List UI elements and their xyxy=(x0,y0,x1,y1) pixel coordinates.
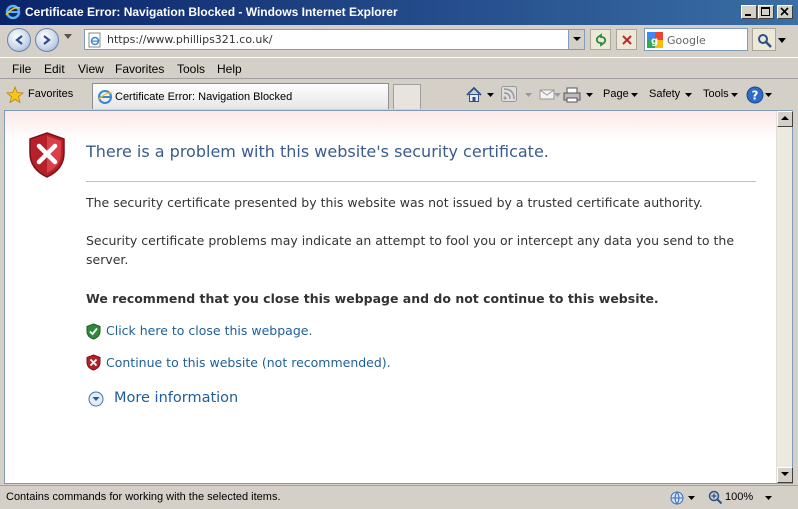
menu-file[interactable]: File xyxy=(12,62,31,76)
refresh-icon xyxy=(595,33,607,47)
refresh-button[interactable] xyxy=(590,29,611,50)
shield-x-icon xyxy=(86,354,101,371)
status-text: Contains commands for working with the s… xyxy=(6,491,281,503)
address-bar[interactable]: https://www.phillips321.co.uk/ xyxy=(84,29,585,50)
favorites-star-icon xyxy=(6,86,24,104)
print-dropdown-icon[interactable] xyxy=(586,93,593,98)
menu-view[interactable]: View xyxy=(78,62,104,76)
more-information-link[interactable]: More information xyxy=(114,390,238,406)
help-dropdown-icon[interactable] xyxy=(765,93,772,98)
arrow-down-icon xyxy=(781,472,789,476)
scroll-up-button[interactable] xyxy=(777,111,793,127)
recent-pages-dropdown-icon[interactable] xyxy=(64,34,72,40)
maximize-icon xyxy=(761,7,770,16)
page-content: There is a problem with this website's s… xyxy=(4,110,793,484)
address-dropdown-button[interactable] xyxy=(568,30,584,49)
back-button[interactable] xyxy=(7,28,31,52)
search-input[interactable]: g Google xyxy=(644,28,748,51)
search-icon xyxy=(758,34,772,48)
certificate-issuer-message: The security certificate presented by th… xyxy=(86,195,703,210)
divider xyxy=(86,181,756,182)
maximize-button[interactable] xyxy=(758,5,774,19)
protected-mode-icon[interactable] xyxy=(669,490,685,506)
menu-favorites[interactable]: Favorites xyxy=(115,62,164,76)
search-options-dropdown-icon[interactable] xyxy=(778,38,786,44)
new-tab-button[interactable] xyxy=(393,84,421,109)
arrow-up-icon xyxy=(781,116,789,120)
print-icon[interactable] xyxy=(563,86,581,104)
security-warning-message: Security certificate problems may indica… xyxy=(86,233,735,267)
continue-to-website-link[interactable]: Continue to this website (not recommende… xyxy=(106,355,391,370)
scroll-down-button[interactable] xyxy=(777,467,793,483)
feeds-icon[interactable] xyxy=(501,86,517,102)
tools-dropdown-icon[interactable] xyxy=(731,93,738,98)
status-bar: Contains commands for working with the s… xyxy=(0,485,798,509)
close-window-button[interactable] xyxy=(777,5,793,19)
feeds-dropdown-icon[interactable] xyxy=(525,93,532,98)
minimize-button[interactable] xyxy=(741,5,757,19)
menu-edit[interactable]: Edit xyxy=(44,62,65,76)
zoom-level[interactable]: 100% xyxy=(725,491,753,503)
close-webpage-link[interactable]: Click here to close this webpage. xyxy=(106,323,312,338)
address-toolbar: https://www.phillips321.co.uk/ g Google xyxy=(0,25,798,56)
command-bar: Favorites Certificate Error: Navigation … xyxy=(0,80,798,110)
stop-icon xyxy=(622,35,632,45)
back-arrow-icon xyxy=(15,35,23,45)
menu-tools[interactable]: Tools xyxy=(177,62,205,76)
page-ie-icon xyxy=(97,90,113,104)
menu-bar: File Edit View Favorites Tools Help xyxy=(0,57,798,79)
forward-arrow-icon xyxy=(43,35,51,45)
svg-text:g: g xyxy=(651,36,658,47)
search-button[interactable] xyxy=(752,28,776,51)
tab-label: Certificate Error: Navigation Blocked xyxy=(115,91,293,103)
safety-menu-button[interactable]: Safety xyxy=(649,88,680,100)
menu-help[interactable]: Help xyxy=(217,62,242,76)
forward-button[interactable] xyxy=(35,28,59,52)
protected-mode-dropdown-icon[interactable] xyxy=(688,496,695,501)
help-icon[interactable]: ? xyxy=(746,86,764,104)
zoom-icon[interactable] xyxy=(708,490,723,505)
favorites-label: Favorites xyxy=(28,88,74,100)
recommendation-text: We recommend that you close this webpage… xyxy=(86,291,659,306)
tab-certificate-error[interactable]: Certificate Error: Navigation Blocked xyxy=(92,83,389,109)
page-ie-icon xyxy=(88,32,101,48)
stop-button[interactable] xyxy=(616,29,637,50)
svg-text:?: ? xyxy=(752,89,759,103)
google-icon: g xyxy=(647,32,663,48)
title-bar: Certificate Error: Navigation Blocked - … xyxy=(0,0,798,25)
error-shield-icon xyxy=(29,132,65,178)
search-placeholder: Google xyxy=(667,34,706,47)
home-dropdown-icon[interactable] xyxy=(487,93,494,98)
page-title: There is a problem with this website's s… xyxy=(86,142,549,161)
close-icon xyxy=(780,7,789,16)
ie-logo-icon xyxy=(5,4,21,20)
shield-check-icon xyxy=(86,323,101,340)
home-icon[interactable] xyxy=(465,86,483,104)
mail-dropdown-icon[interactable] xyxy=(554,93,561,98)
safety-dropdown-icon[interactable] xyxy=(685,93,692,98)
tools-menu-button[interactable]: Tools xyxy=(703,88,729,100)
expand-chevron-icon[interactable] xyxy=(88,391,104,407)
minimize-icon xyxy=(745,14,751,16)
mail-icon[interactable] xyxy=(539,86,555,102)
url-text[interactable]: https://www.phillips321.co.uk/ xyxy=(107,33,272,46)
window-title: Certificate Error: Navigation Blocked - … xyxy=(25,5,398,19)
vertical-scrollbar[interactable] xyxy=(776,111,793,483)
chevron-down-icon xyxy=(573,37,581,41)
page-menu-button[interactable]: Page xyxy=(603,88,629,100)
page-dropdown-icon[interactable] xyxy=(631,93,638,98)
zoom-dropdown-icon[interactable] xyxy=(765,496,772,501)
